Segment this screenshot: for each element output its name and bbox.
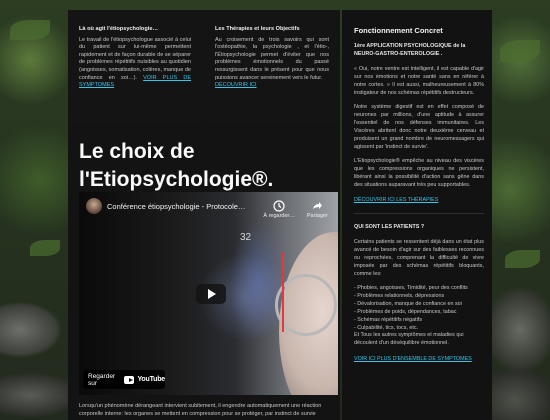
list-item: - Phobies, angoisses, Timidité, peur des… bbox=[354, 285, 468, 292]
card-text: Au croisement de trois savoirs qui sont … bbox=[215, 37, 329, 90]
sidebar-subheading: 1ère APPLICATION PSYCHOLOGIQUE de la NEU… bbox=[354, 43, 466, 57]
youtube-logo-icon bbox=[124, 375, 135, 384]
info-card-therapies: Les Thérapies et leurs Objectifs Au croi… bbox=[204, 10, 340, 123]
divider bbox=[354, 212, 484, 214]
share-label: Partager bbox=[306, 213, 328, 219]
symptom-list: - Phobies, angoisses, Timidité, peur des… bbox=[354, 285, 484, 348]
background-leaf bbox=[500, 40, 540, 62]
info-card-symptoms: Là où agit l'étiopsychologie… Le travail… bbox=[68, 10, 202, 123]
clock-icon bbox=[273, 200, 285, 212]
video-actions: À regarder… Partager bbox=[263, 200, 328, 219]
list-item: - Problèmes relationnels, dépressions bbox=[354, 293, 445, 300]
therapies-link[interactable]: DÉCOUVRIR ICI LES THÉRAPIES bbox=[354, 197, 484, 203]
more-symptoms-link-sidebar[interactable]: VOIR ICI PLUS D'ENSEMBLE DE SYMPTOMES bbox=[354, 356, 484, 362]
share-button[interactable]: Partager bbox=[307, 200, 328, 219]
watch-on-youtube-button[interactable]: Regarder sur YouTube bbox=[83, 370, 165, 389]
sidebar-paragraph: Certains patients se ressentent déjà dan… bbox=[354, 239, 484, 277]
card-title: Les Thérapies et leurs Objectifs bbox=[215, 26, 300, 32]
video-glasses bbox=[275, 274, 337, 336]
play-button[interactable] bbox=[196, 284, 226, 304]
sidebar-paragraph: L'Etiopsychologie® empêche au niveau des… bbox=[354, 158, 484, 188]
video-title[interactable]: Conférence étiopsychologie - Protocole… bbox=[107, 202, 245, 211]
youtube-wordmark: YouTube bbox=[137, 376, 165, 383]
list-item: - Schémas répétitifs négatifs bbox=[354, 316, 423, 323]
list-item: - Problèmes de poids, dépendances, tabac bbox=[354, 308, 457, 315]
video-player[interactable]: Conférence étiopsychologie - Protocole… … bbox=[79, 192, 338, 395]
watch-later-label: À regarder… bbox=[263, 213, 295, 219]
right-sidebar-content: Fonctionnement Concret 1ère APPLICATION … bbox=[354, 26, 484, 372]
play-icon bbox=[208, 289, 216, 299]
list-item: Et Tous les autres symptômes et maladies… bbox=[354, 332, 464, 347]
card-title: Là où agit l'étiopsychologie… bbox=[79, 26, 159, 32]
background-leaf bbox=[10, 20, 50, 40]
card-body: Au croisement de trois savoirs qui sont … bbox=[215, 36, 329, 81]
watch-on-label: Regarder sur bbox=[88, 372, 116, 387]
list-item: - Dévalorisation, manque de confiance en… bbox=[354, 301, 462, 308]
channel-avatar[interactable] bbox=[86, 198, 102, 214]
share-icon bbox=[313, 202, 323, 209]
sidebar-heading: Fonctionnement Concret bbox=[354, 26, 443, 35]
sidebar-paragraph: « Oui, notre ventre est intelligent, il … bbox=[354, 66, 484, 96]
sidebar-paragraph: Notre système digestif est en effet comp… bbox=[354, 104, 484, 150]
page-title: Le choix de l'Etiopsychologie®. bbox=[79, 140, 274, 191]
intro-paragraph: Lorsqu'un phénomène dérangeant intervien… bbox=[79, 403, 322, 417]
discover-here-link[interactable]: DÉCOUVRIR ICI bbox=[215, 82, 257, 88]
watch-later-button[interactable]: À regarder… bbox=[263, 200, 295, 219]
list-item: - Culpabilité, tics, tocs, etc. bbox=[354, 324, 419, 331]
video-red-line bbox=[282, 252, 284, 332]
card-text: Le travail de l'étiopsychologue associé … bbox=[79, 37, 191, 90]
background-leaf bbox=[30, 240, 60, 256]
background-leaf bbox=[505, 250, 540, 268]
video-number: 32 bbox=[240, 232, 252, 243]
patients-heading: QUI SONT LES PATIENTS ? bbox=[354, 223, 425, 230]
